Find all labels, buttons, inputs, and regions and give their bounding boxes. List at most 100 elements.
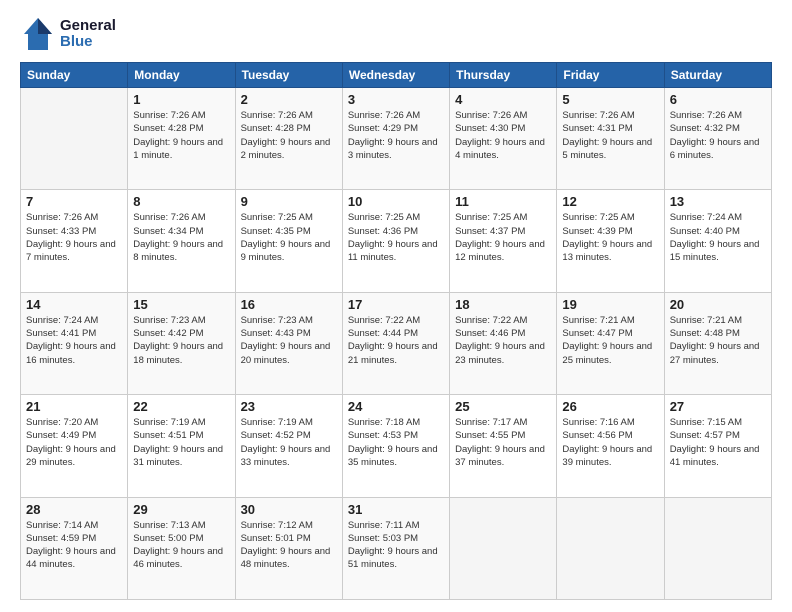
logo-icon — [20, 16, 56, 52]
sunrise-text: Sunrise: 7:17 AM — [455, 417, 527, 428]
daylight-text: Daylight: 9 hours and 44 minutes. — [26, 546, 116, 570]
calendar-cell: 4 Sunrise: 7:26 AM Sunset: 4:30 PM Dayli… — [450, 88, 557, 190]
day-info: Sunrise: 7:20 AM Sunset: 4:49 PM Dayligh… — [26, 416, 122, 469]
daylight-text: Daylight: 9 hours and 21 minutes. — [348, 341, 438, 365]
sunset-text: Sunset: 4:47 PM — [562, 328, 632, 339]
day-info: Sunrise: 7:12 AM Sunset: 5:01 PM Dayligh… — [241, 519, 337, 572]
calendar-week-row: 14 Sunrise: 7:24 AM Sunset: 4:41 PM Dayl… — [21, 292, 772, 394]
sunset-text: Sunset: 4:51 PM — [133, 430, 203, 441]
weekday-header: Saturday — [664, 63, 771, 88]
sunset-text: Sunset: 4:28 PM — [133, 123, 203, 134]
day-number: 21 — [26, 399, 122, 414]
calendar-cell: 14 Sunrise: 7:24 AM Sunset: 4:41 PM Dayl… — [21, 292, 128, 394]
daylight-text: Daylight: 9 hours and 39 minutes. — [562, 444, 652, 468]
sunset-text: Sunset: 4:56 PM — [562, 430, 632, 441]
sunrise-text: Sunrise: 7:25 AM — [455, 212, 527, 223]
calendar-cell: 15 Sunrise: 7:23 AM Sunset: 4:42 PM Dayl… — [128, 292, 235, 394]
calendar-cell: 24 Sunrise: 7:18 AM Sunset: 4:53 PM Dayl… — [342, 395, 449, 497]
sunset-text: Sunset: 4:59 PM — [26, 533, 96, 544]
day-number: 1 — [133, 92, 229, 107]
sunrise-text: Sunrise: 7:14 AM — [26, 520, 98, 531]
daylight-text: Daylight: 9 hours and 11 minutes. — [348, 239, 438, 263]
daylight-text: Daylight: 9 hours and 23 minutes. — [455, 341, 545, 365]
daylight-text: Daylight: 9 hours and 8 minutes. — [133, 239, 223, 263]
weekday-header: Friday — [557, 63, 664, 88]
weekday-header: Thursday — [450, 63, 557, 88]
weekday-header: Monday — [128, 63, 235, 88]
day-info: Sunrise: 7:26 AM Sunset: 4:34 PM Dayligh… — [133, 211, 229, 264]
sunrise-text: Sunrise: 7:20 AM — [26, 417, 98, 428]
daylight-text: Daylight: 9 hours and 33 minutes. — [241, 444, 331, 468]
daylight-text: Daylight: 9 hours and 51 minutes. — [348, 546, 438, 570]
day-number: 16 — [241, 297, 337, 312]
sunset-text: Sunset: 4:29 PM — [348, 123, 418, 134]
day-number: 22 — [133, 399, 229, 414]
calendar-cell: 1 Sunrise: 7:26 AM Sunset: 4:28 PM Dayli… — [128, 88, 235, 190]
sunset-text: Sunset: 4:57 PM — [670, 430, 740, 441]
day-info: Sunrise: 7:17 AM Sunset: 4:55 PM Dayligh… — [455, 416, 551, 469]
sunset-text: Sunset: 4:34 PM — [133, 226, 203, 237]
sunset-text: Sunset: 4:49 PM — [26, 430, 96, 441]
sunrise-text: Sunrise: 7:26 AM — [26, 212, 98, 223]
sunrise-text: Sunrise: 7:26 AM — [455, 110, 527, 121]
day-number: 30 — [241, 502, 337, 517]
daylight-text: Daylight: 9 hours and 20 minutes. — [241, 341, 331, 365]
calendar-cell: 6 Sunrise: 7:26 AM Sunset: 4:32 PM Dayli… — [664, 88, 771, 190]
sunset-text: Sunset: 5:01 PM — [241, 533, 311, 544]
sunrise-text: Sunrise: 7:26 AM — [133, 212, 205, 223]
calendar-week-row: 1 Sunrise: 7:26 AM Sunset: 4:28 PM Dayli… — [21, 88, 772, 190]
day-info: Sunrise: 7:26 AM Sunset: 4:28 PM Dayligh… — [241, 109, 337, 162]
sunrise-text: Sunrise: 7:16 AM — [562, 417, 634, 428]
sunrise-text: Sunrise: 7:21 AM — [562, 315, 634, 326]
day-info: Sunrise: 7:25 AM Sunset: 4:39 PM Dayligh… — [562, 211, 658, 264]
day-number: 29 — [133, 502, 229, 517]
sunrise-text: Sunrise: 7:22 AM — [455, 315, 527, 326]
sunrise-text: Sunrise: 7:23 AM — [241, 315, 313, 326]
day-number: 23 — [241, 399, 337, 414]
daylight-text: Daylight: 9 hours and 12 minutes. — [455, 239, 545, 263]
calendar-cell: 27 Sunrise: 7:15 AM Sunset: 4:57 PM Dayl… — [664, 395, 771, 497]
day-info: Sunrise: 7:26 AM Sunset: 4:31 PM Dayligh… — [562, 109, 658, 162]
daylight-text: Daylight: 9 hours and 13 minutes. — [562, 239, 652, 263]
day-info: Sunrise: 7:24 AM Sunset: 4:40 PM Dayligh… — [670, 211, 766, 264]
calendar-cell: 31 Sunrise: 7:11 AM Sunset: 5:03 PM Dayl… — [342, 497, 449, 599]
day-number: 12 — [562, 194, 658, 209]
sunset-text: Sunset: 4:52 PM — [241, 430, 311, 441]
day-number: 17 — [348, 297, 444, 312]
day-number: 7 — [26, 194, 122, 209]
day-number: 5 — [562, 92, 658, 107]
sunrise-text: Sunrise: 7:22 AM — [348, 315, 420, 326]
day-info: Sunrise: 7:21 AM Sunset: 4:48 PM Dayligh… — [670, 314, 766, 367]
day-info: Sunrise: 7:19 AM Sunset: 4:51 PM Dayligh… — [133, 416, 229, 469]
calendar-cell: 26 Sunrise: 7:16 AM Sunset: 4:56 PM Dayl… — [557, 395, 664, 497]
daylight-text: Daylight: 9 hours and 41 minutes. — [670, 444, 760, 468]
calendar-cell: 22 Sunrise: 7:19 AM Sunset: 4:51 PM Dayl… — [128, 395, 235, 497]
calendar-cell: 17 Sunrise: 7:22 AM Sunset: 4:44 PM Dayl… — [342, 292, 449, 394]
calendar-cell: 13 Sunrise: 7:24 AM Sunset: 4:40 PM Dayl… — [664, 190, 771, 292]
sunrise-text: Sunrise: 7:25 AM — [241, 212, 313, 223]
daylight-text: Daylight: 9 hours and 35 minutes. — [348, 444, 438, 468]
day-info: Sunrise: 7:26 AM Sunset: 4:33 PM Dayligh… — [26, 211, 122, 264]
daylight-text: Daylight: 9 hours and 6 minutes. — [670, 137, 760, 161]
daylight-text: Daylight: 9 hours and 27 minutes. — [670, 341, 760, 365]
day-number: 4 — [455, 92, 551, 107]
sunset-text: Sunset: 4:55 PM — [455, 430, 525, 441]
sunrise-text: Sunrise: 7:15 AM — [670, 417, 742, 428]
day-info: Sunrise: 7:22 AM Sunset: 4:44 PM Dayligh… — [348, 314, 444, 367]
sunset-text: Sunset: 4:39 PM — [562, 226, 632, 237]
day-number: 3 — [348, 92, 444, 107]
calendar-cell: 30 Sunrise: 7:12 AM Sunset: 5:01 PM Dayl… — [235, 497, 342, 599]
sunset-text: Sunset: 4:46 PM — [455, 328, 525, 339]
sunset-text: Sunset: 4:40 PM — [670, 226, 740, 237]
weekday-header: Wednesday — [342, 63, 449, 88]
day-info: Sunrise: 7:23 AM Sunset: 4:42 PM Dayligh… — [133, 314, 229, 367]
day-number: 9 — [241, 194, 337, 209]
day-number: 6 — [670, 92, 766, 107]
day-info: Sunrise: 7:15 AM Sunset: 4:57 PM Dayligh… — [670, 416, 766, 469]
day-number: 31 — [348, 502, 444, 517]
sunrise-text: Sunrise: 7:11 AM — [348, 520, 420, 531]
day-info: Sunrise: 7:16 AM Sunset: 4:56 PM Dayligh… — [562, 416, 658, 469]
sunrise-text: Sunrise: 7:25 AM — [562, 212, 634, 223]
calendar-cell: 12 Sunrise: 7:25 AM Sunset: 4:39 PM Dayl… — [557, 190, 664, 292]
daylight-text: Daylight: 9 hours and 18 minutes. — [133, 341, 223, 365]
